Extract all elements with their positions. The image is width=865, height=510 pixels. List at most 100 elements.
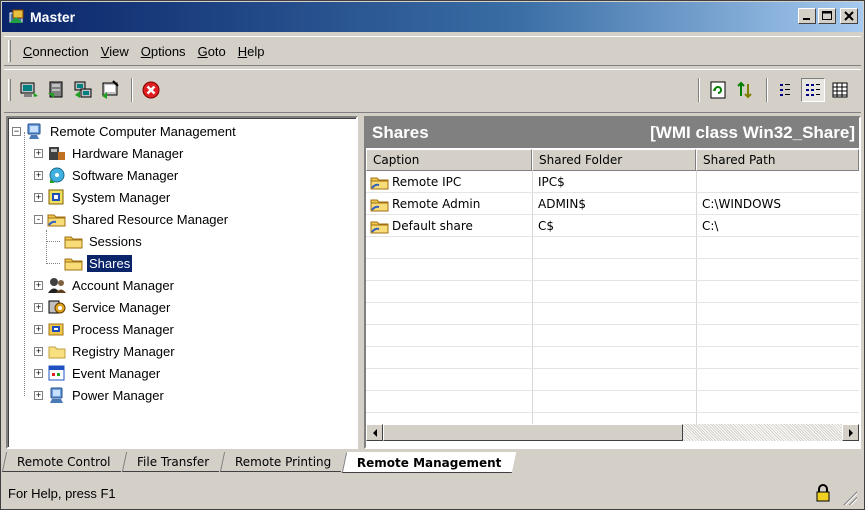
tree-item-process-manager[interactable]: + Process Manager bbox=[34, 318, 176, 340]
caption-text: Default share bbox=[392, 219, 473, 233]
menu-connection[interactable]: Connection bbox=[17, 42, 95, 61]
collapse-expander[interactable]: - bbox=[34, 214, 43, 224]
network-icon bbox=[74, 81, 92, 98]
tree-item-hardware-manager[interactable]: + Hardware Manager bbox=[34, 142, 185, 164]
menu-label: oto bbox=[207, 43, 226, 59]
column-header-shared-path[interactable]: Shared Path bbox=[696, 149, 859, 171]
properties-button[interactable] bbox=[98, 78, 122, 102]
expand-expander[interactable]: + bbox=[34, 302, 43, 312]
details-view-button[interactable] bbox=[801, 78, 825, 102]
tree-item-registry-manager[interactable]: + Registry Manager bbox=[34, 340, 177, 362]
menu-view[interactable]: View bbox=[95, 42, 135, 61]
refresh-button[interactable] bbox=[706, 78, 730, 102]
tree-item-power-manager[interactable]: + Power Manager bbox=[34, 384, 166, 406]
scroll-right-button[interactable] bbox=[842, 424, 859, 441]
tab-remote-management[interactable]: Remote Management bbox=[341, 452, 516, 473]
grid-view-button[interactable] bbox=[828, 78, 852, 102]
caption-cell: Default share bbox=[370, 215, 473, 237]
toolbar-grip[interactable] bbox=[8, 79, 11, 101]
expand-expander[interactable]: + bbox=[34, 192, 43, 202]
window-buttons bbox=[798, 8, 858, 24]
tree-connector bbox=[46, 230, 47, 264]
collapse-expander[interactable]: − bbox=[12, 126, 21, 136]
shared-path-cell: C:\WINDOWS bbox=[702, 197, 782, 211]
maximize-icon bbox=[822, 11, 832, 20]
table-row[interactable]: Default share C$ C:\ bbox=[366, 215, 859, 237]
expand-expander[interactable]: + bbox=[34, 324, 43, 334]
service-icon bbox=[48, 300, 66, 314]
tree-item-label: Process Manager bbox=[72, 321, 174, 337]
maximize-button[interactable] bbox=[818, 8, 836, 24]
empty-row bbox=[366, 391, 859, 413]
minimize-button[interactable] bbox=[798, 8, 816, 24]
column-header-shared-folder[interactable]: Shared Folder bbox=[532, 149, 696, 171]
tree-root-label: Remote Computer Management bbox=[50, 123, 236, 139]
disconnect-icon bbox=[48, 81, 63, 98]
tree-item-service-manager[interactable]: + Service Manager bbox=[34, 296, 172, 318]
horizontal-scrollbar[interactable] bbox=[366, 424, 859, 441]
tree-item-shared-resource-manager[interactable]: - Shared Resource Manager bbox=[34, 208, 230, 230]
tree-item-event-manager[interactable]: + Event Manager bbox=[34, 362, 162, 384]
tab-remote-control[interactable]: Remote Control bbox=[1, 452, 125, 472]
tree-root[interactable]: − Remote Computer Management bbox=[12, 120, 238, 142]
tree-item-account-manager[interactable]: + Account Manager bbox=[34, 274, 176, 296]
scroll-left-button[interactable] bbox=[366, 424, 383, 441]
empty-row bbox=[366, 347, 859, 369]
empty-row bbox=[366, 259, 859, 281]
sort-button[interactable] bbox=[733, 78, 757, 102]
table-row[interactable]: Remote IPC IPC$ bbox=[366, 171, 859, 193]
shares-list[interactable]: Remote IPC IPC$ Remote Admin ADMIN$ C:\W… bbox=[366, 171, 859, 424]
empty-row bbox=[366, 303, 859, 325]
tree-connector bbox=[46, 241, 60, 242]
system-icon bbox=[48, 189, 64, 205]
shared-folder-cell: ADMIN$ bbox=[538, 197, 586, 211]
tab-file-transfer[interactable]: File Transfer bbox=[121, 452, 223, 472]
stop-button[interactable] bbox=[139, 78, 163, 102]
properties-icon bbox=[102, 80, 119, 99]
toolbar-separator bbox=[766, 78, 768, 102]
close-button[interactable] bbox=[840, 8, 858, 24]
caption-cell: Remote Admin bbox=[370, 193, 480, 215]
network-button[interactable] bbox=[71, 78, 95, 102]
software-icon bbox=[49, 167, 65, 183]
expand-expander[interactable]: + bbox=[34, 170, 43, 180]
resize-grip[interactable] bbox=[843, 491, 857, 505]
tree-view[interactable]: − Remote Computer Management + Hardware … bbox=[6, 116, 358, 449]
toolbar-separator bbox=[698, 78, 700, 102]
shared-folder-icon bbox=[370, 199, 389, 212]
menu-help[interactable]: Help bbox=[232, 42, 271, 61]
scrollbar-thumb[interactable] bbox=[383, 424, 683, 441]
disconnect-button[interactable] bbox=[44, 78, 68, 102]
title-bar[interactable]: Master bbox=[2, 2, 863, 32]
tree-item-label: Sessions bbox=[89, 233, 142, 249]
toolbar-right bbox=[692, 78, 855, 102]
tree-item-shares[interactable]: Shares bbox=[64, 252, 134, 274]
menu-accel: H bbox=[237, 43, 248, 59]
tree-item-sessions[interactable]: Sessions bbox=[64, 230, 144, 252]
shared-folder-icon bbox=[370, 177, 389, 190]
menu-label: iew bbox=[109, 43, 129, 59]
menu-grip[interactable] bbox=[8, 40, 11, 62]
menu-accel: V bbox=[100, 43, 110, 59]
list-view-button[interactable] bbox=[774, 78, 798, 102]
tree-item-software-manager[interactable]: + Software Manager bbox=[34, 164, 180, 186]
table-row[interactable]: Remote Admin ADMIN$ C:\WINDOWS bbox=[366, 193, 859, 215]
tree-item-label-selected: Shares bbox=[85, 253, 134, 273]
empty-row bbox=[366, 369, 859, 391]
expand-expander[interactable]: + bbox=[34, 280, 43, 290]
shared-folder-icon bbox=[370, 221, 389, 234]
tab-label: Remote Printing bbox=[234, 454, 332, 469]
menu-options[interactable]: Options bbox=[135, 42, 192, 61]
toolbar-left bbox=[8, 78, 166, 102]
connect-button[interactable] bbox=[17, 78, 41, 102]
menu-accel: C bbox=[23, 43, 33, 59]
expand-expander[interactable]: + bbox=[34, 390, 43, 400]
expand-expander[interactable]: + bbox=[34, 148, 43, 158]
tree-item-system-manager[interactable]: + System Manager bbox=[34, 186, 172, 208]
column-header-caption[interactable]: Caption bbox=[366, 149, 532, 171]
expand-expander[interactable]: + bbox=[34, 346, 43, 356]
tab-remote-printing[interactable]: Remote Printing bbox=[219, 452, 346, 472]
expand-expander[interactable]: + bbox=[34, 368, 43, 378]
menu-goto[interactable]: Goto bbox=[192, 42, 232, 61]
tree-connector bbox=[46, 263, 60, 264]
